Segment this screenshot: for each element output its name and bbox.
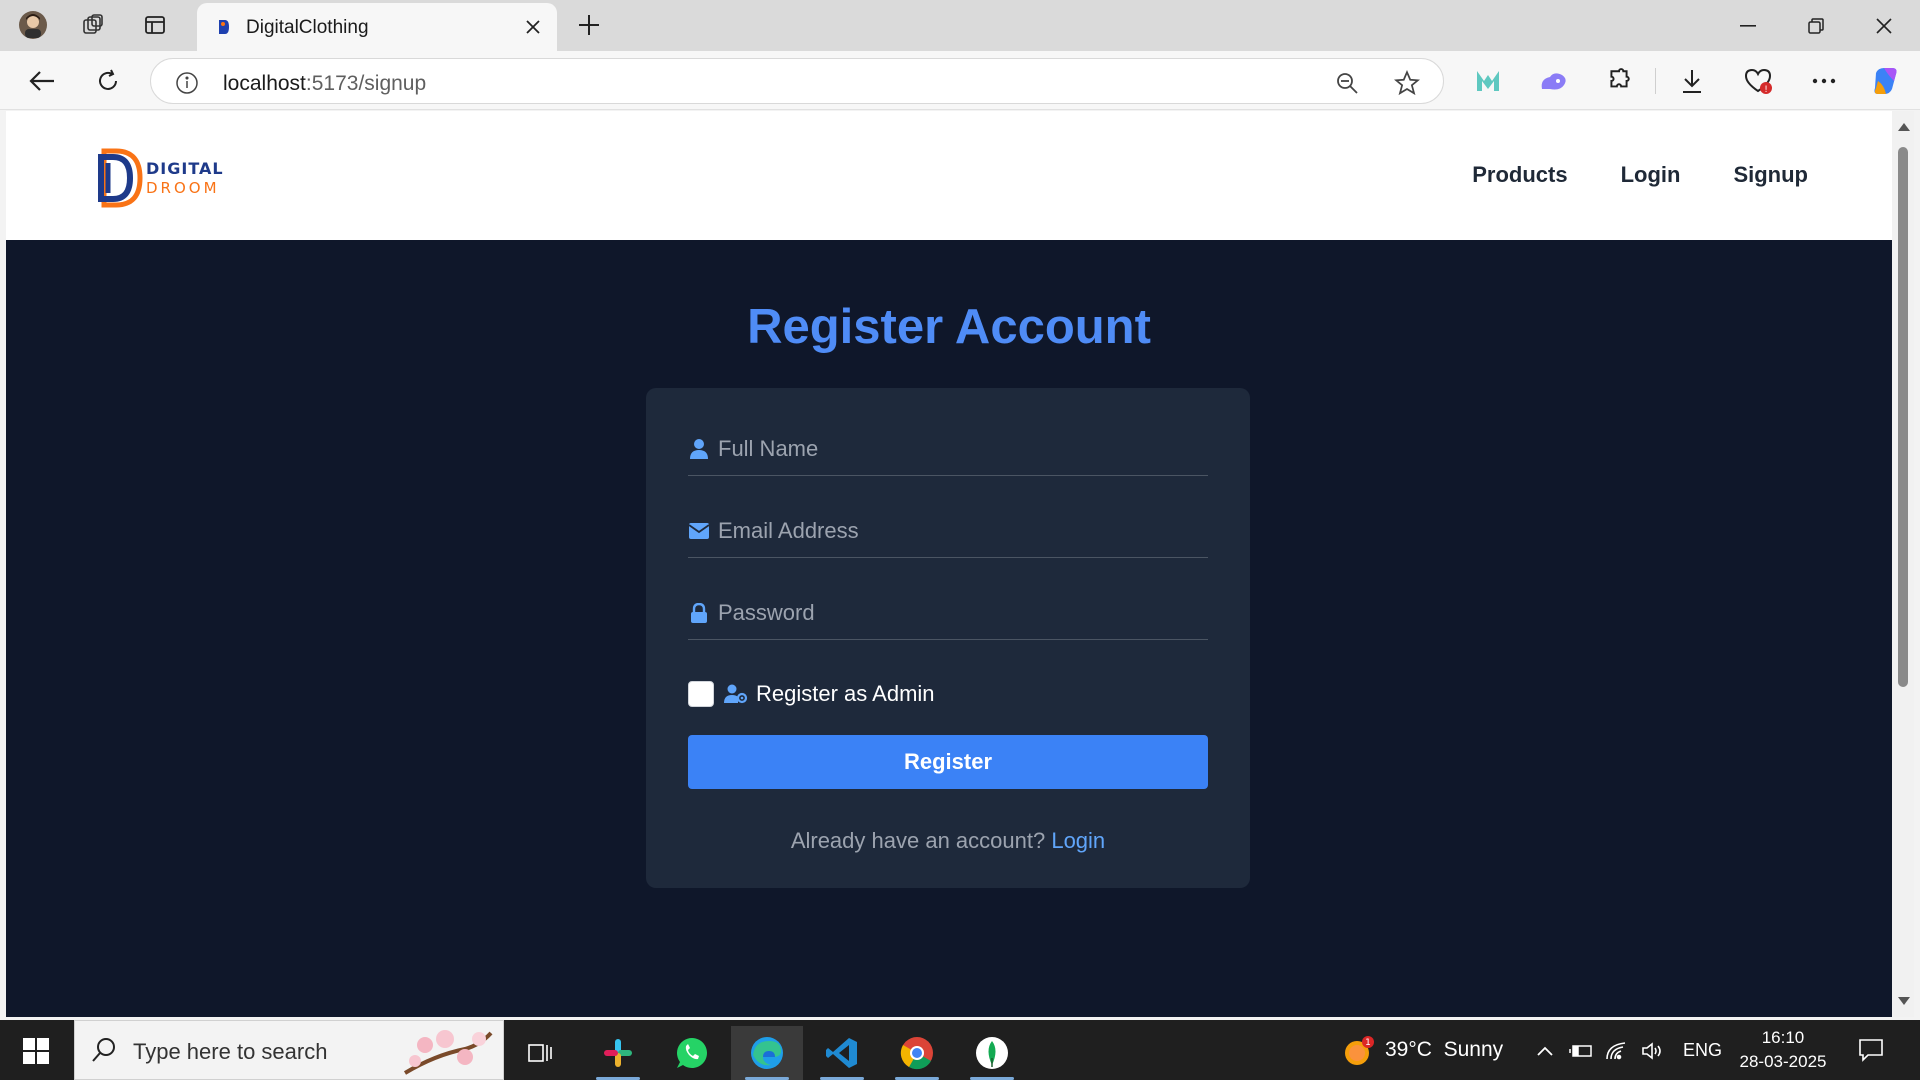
toolbar-divider — [1655, 68, 1656, 94]
favorite-star-icon[interactable] — [1393, 69, 1421, 97]
refresh-icon[interactable] — [86, 59, 130, 103]
notifications-icon[interactable] — [1858, 1037, 1884, 1063]
login-prompt-text: Already have an account? — [790, 828, 1052, 853]
weather-text[interactable]: 39°C Sunny — [1385, 1038, 1503, 1062]
edge-app-icon[interactable] — [731, 1026, 803, 1080]
password-input[interactable] — [718, 596, 1198, 630]
more-options-icon[interactable] — [1806, 63, 1842, 99]
whatsapp-app-icon[interactable] — [656, 1026, 728, 1080]
svg-text:!: ! — [1764, 85, 1768, 95]
workspaces-icon[interactable] — [72, 6, 114, 44]
envelope-icon — [688, 520, 710, 542]
downloads-icon[interactable] — [1674, 63, 1710, 99]
user-icon — [688, 438, 710, 460]
battery-icon[interactable] — [1568, 1038, 1594, 1064]
close-tab-icon[interactable] — [519, 13, 547, 41]
browser-essentials-icon[interactable]: ! — [1740, 63, 1776, 99]
site-info-icon[interactable] — [173, 69, 201, 97]
tab-digitalclothing[interactable]: DigitalClothing — [197, 3, 557, 51]
mongodb-compass-app-icon[interactable] — [956, 1026, 1028, 1080]
new-tab-icon[interactable] — [568, 6, 610, 44]
login-prompt: Already have an account? Login — [646, 828, 1250, 854]
language-indicator[interactable]: ENG — [1683, 1040, 1722, 1061]
tab-actions-icon[interactable] — [134, 6, 176, 44]
clock-date: 28-03-2025 — [1739, 1052, 1827, 1071]
tab-title: DigitalClothing — [246, 17, 369, 38]
logo-d-icon — [98, 148, 143, 208]
weather-sun-icon[interactable]: 1 — [1342, 1034, 1376, 1068]
page-scrollbar[interactable] — [1892, 111, 1914, 1017]
email-field — [688, 508, 1208, 558]
email-input[interactable] — [718, 514, 1198, 548]
taskbar-clock[interactable]: 16:10 28-03-2025 — [1738, 1026, 1828, 1074]
register-as-admin-checkbox[interactable] — [688, 681, 714, 707]
nav-products-link[interactable]: Products — [1472, 162, 1567, 188]
url-host: localhost — [223, 72, 306, 95]
full-name-field — [688, 426, 1208, 476]
close-window-icon[interactable] — [1850, 0, 1918, 51]
logo-text-droom: DROOM — [146, 179, 220, 197]
slack-app-icon[interactable] — [582, 1026, 654, 1080]
address-bar[interactable]: localhost:5173/signup — [150, 58, 1444, 104]
scroll-down-arrow-icon[interactable] — [1898, 997, 1910, 1005]
register-as-admin-label[interactable]: Register as Admin — [756, 681, 935, 707]
full-name-input[interactable] — [718, 432, 1198, 466]
copilot-icon[interactable] — [1868, 63, 1904, 99]
windows-taskbar: Type here to search 1 39°C Sunny ENG 16:… — [0, 1020, 1920, 1080]
site-header: DIGITAL DROOM Products Login Signup — [6, 111, 1892, 240]
scrollbar-thumb[interactable] — [1898, 147, 1908, 687]
cloud-extension-icon[interactable] — [1535, 63, 1571, 99]
admin-option-row: Register as Admin — [688, 680, 935, 708]
clock-time: 16:10 — [1761, 1028, 1805, 1047]
register-button[interactable]: Register — [688, 735, 1208, 789]
back-icon[interactable] — [20, 59, 64, 103]
chrome-app-icon[interactable] — [881, 1026, 953, 1080]
volume-icon[interactable] — [1640, 1038, 1666, 1064]
site-logo[interactable]: DIGITAL DROOM — [96, 143, 236, 213]
lock-icon — [688, 602, 710, 624]
wifi-icon[interactable] — [1604, 1038, 1630, 1064]
show-hidden-icons-chevron-icon[interactable] — [1532, 1038, 1558, 1064]
url-path: :5173/signup — [305, 72, 427, 95]
vscode-app-icon[interactable] — [806, 1026, 878, 1080]
site-nav: Products Login Signup — [1472, 162, 1808, 188]
site-favicon-icon — [214, 18, 232, 36]
weather-badge: 1 — [1365, 1038, 1371, 1048]
windows-start-icon[interactable] — [14, 1034, 58, 1068]
profile-avatar[interactable] — [12, 6, 54, 44]
restore-icon[interactable] — [1782, 0, 1850, 51]
extensions-puzzle-icon[interactable] — [1601, 63, 1637, 99]
browser-tab-strip: DigitalClothing — [0, 0, 1920, 51]
user-gear-icon — [724, 683, 748, 705]
task-view-icon[interactable] — [504, 1026, 576, 1080]
taskbar-search-placeholder: Type here to search — [133, 1039, 328, 1064]
nav-login-link[interactable]: Login — [1621, 162, 1681, 188]
search-icon — [92, 1038, 115, 1062]
register-form-card: Register as Admin Register Already have … — [646, 388, 1250, 888]
scroll-up-arrow-icon[interactable] — [1898, 123, 1910, 131]
taskbar-search-box[interactable]: Type here to search — [74, 1020, 504, 1080]
nav-signup-link[interactable]: Signup — [1733, 162, 1808, 188]
password-field — [688, 590, 1208, 640]
page-viewport: DIGITAL DROOM Products Login Signup Regi… — [6, 111, 1892, 1017]
zoom-out-icon[interactable] — [1333, 69, 1361, 97]
m-extension-icon[interactable] — [1470, 63, 1506, 99]
logo-text-digital: DIGITAL — [146, 159, 224, 178]
minimize-icon[interactable] — [1714, 0, 1782, 51]
cherry-blossom-icon — [403, 1030, 493, 1075]
browser-toolbar: localhost:5173/signup ! — [0, 51, 1920, 110]
url-text[interactable]: localhost:5173/signup — [223, 72, 426, 96]
login-link[interactable]: Login — [1051, 828, 1105, 853]
page-title: Register Account — [747, 300, 1151, 354]
